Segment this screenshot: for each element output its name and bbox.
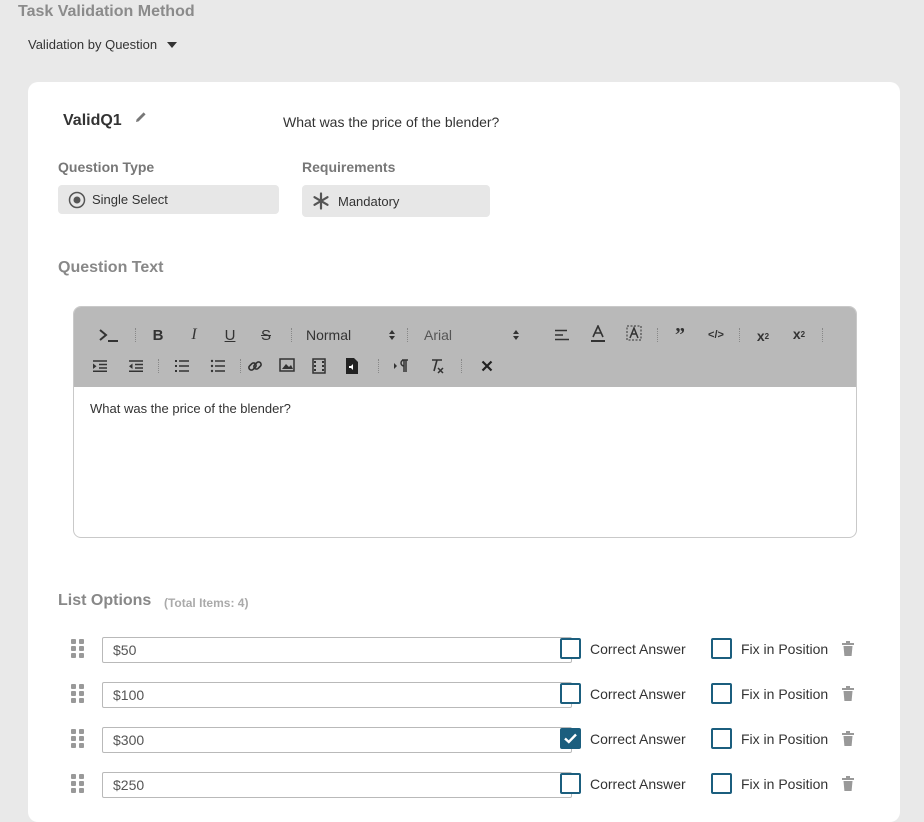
drag-handle-icon[interactable] <box>71 684 85 704</box>
question-card: ValidQ1 What was the price of the blende… <box>28 82 900 822</box>
code-icon[interactable]: </> <box>706 325 726 345</box>
validation-method-dropdown[interactable]: Validation by Question <box>28 37 178 52</box>
subscript-icon[interactable]: x2 <box>752 325 774 347</box>
fix-position-label: Fix in Position <box>741 686 829 702</box>
strikethrough-icon[interactable]: S <box>256 325 276 345</box>
correct-answer-checkbox[interactable] <box>560 773 581 794</box>
bold-icon[interactable]: B <box>148 325 168 345</box>
question-type-value: Single Select <box>92 192 168 207</box>
checkmark-icon <box>564 733 577 744</box>
option-input[interactable] <box>102 682 572 708</box>
question-type-label: Question Type <box>58 159 155 175</box>
underline-icon[interactable]: U <box>220 325 240 345</box>
fix-position-checkbox[interactable] <box>711 773 732 794</box>
list-item: Correct Answer Fix in Position <box>28 768 900 802</box>
paragraph-format-value: Normal <box>306 327 352 343</box>
outdent-icon[interactable] <box>126 356 146 376</box>
list-item: Correct Answer Fix in Position <box>28 723 900 757</box>
correct-answer-label: Correct Answer <box>590 776 686 792</box>
trash-icon[interactable] <box>842 641 854 657</box>
option-input[interactable] <box>102 727 572 753</box>
list-options-count: (Total Items: 4) <box>164 596 249 610</box>
fix-position-label: Fix in Position <box>741 776 829 792</box>
italic-icon[interactable]: I <box>184 325 204 345</box>
align-left-icon[interactable] <box>552 325 572 345</box>
correct-answer-label: Correct Answer <box>590 731 686 747</box>
fix-position-label: Fix in Position <box>741 731 829 747</box>
drag-handle-icon[interactable] <box>71 639 85 659</box>
fix-position-label: Fix in Position <box>741 641 829 657</box>
option-input[interactable] <box>102 772 572 798</box>
font-family-value: Arial <box>424 327 453 343</box>
audio-file-icon[interactable] <box>342 355 362 377</box>
image-icon[interactable] <box>277 355 297 375</box>
editor-toolbar: B I U S Normal Arial ” </> x 2 x 2 <box>74 307 856 387</box>
console-icon[interactable] <box>96 325 122 345</box>
option-input[interactable] <box>102 637 572 663</box>
caret-down-icon <box>167 41 178 48</box>
question-name: ValidQ1 <box>63 112 122 129</box>
fix-position-checkbox[interactable] <box>711 728 732 749</box>
select-arrows-icon <box>389 330 395 340</box>
paragraph-format-select[interactable]: Normal <box>306 325 396 345</box>
correct-answer-label: Correct Answer <box>590 686 686 702</box>
radio-dot-icon <box>68 191 86 208</box>
correct-answer-label: Correct Answer <box>590 641 686 657</box>
correct-answer-checkbox[interactable] <box>560 728 581 749</box>
video-icon[interactable] <box>309 356 329 376</box>
text-color-icon[interactable] <box>588 323 608 345</box>
font-family-select[interactable]: Arial <box>424 325 520 345</box>
correct-answer-checkbox[interactable] <box>560 638 581 659</box>
requirements-select[interactable]: Mandatory <box>302 185 490 217</box>
editor-content[interactable]: What was the price of the blender? <box>74 387 856 430</box>
trash-icon[interactable] <box>842 776 854 792</box>
fix-position-checkbox[interactable] <box>711 638 732 659</box>
superscript-icon[interactable]: x2 <box>788 323 810 345</box>
link-icon[interactable] <box>245 356 265 376</box>
validation-method-value: Validation by Question <box>28 37 158 52</box>
question-preview: What was the price of the blender? <box>283 114 500 130</box>
requirements-value: Mandatory <box>338 193 400 209</box>
pencil-icon[interactable] <box>134 110 148 124</box>
trash-icon[interactable] <box>842 686 854 702</box>
paragraph-direction-icon[interactable] <box>391 356 411 376</box>
blockquote-icon[interactable]: ” <box>670 324 690 346</box>
indent-icon[interactable] <box>90 356 110 376</box>
fix-position-checkbox[interactable] <box>711 683 732 704</box>
select-arrows-icon <box>513 330 519 340</box>
requirements-label: Requirements <box>302 159 396 175</box>
close-icon[interactable] <box>477 356 497 376</box>
trash-icon[interactable] <box>842 731 854 747</box>
question-type-select[interactable]: Single Select <box>58 185 279 214</box>
validation-method-title: Task Validation Method <box>18 3 195 20</box>
clear-formatting-icon[interactable] <box>427 356 447 376</box>
list-options-title: List Options <box>58 592 152 609</box>
unordered-list-icon[interactable] <box>208 356 228 376</box>
correct-answer-checkbox[interactable] <box>560 683 581 704</box>
background-color-icon[interactable] <box>624 323 644 345</box>
drag-handle-icon[interactable] <box>71 729 85 749</box>
drag-handle-icon[interactable] <box>71 774 85 794</box>
ordered-list-icon[interactable] <box>172 356 192 376</box>
asterisk-icon <box>313 192 329 210</box>
rich-text-editor: B I U S Normal Arial ” </> x 2 x 2 What … <box>73 306 857 538</box>
list-item: Correct Answer Fix in Position <box>28 633 900 667</box>
list-item: Correct Answer Fix in Position <box>28 678 900 712</box>
question-text-title: Question Text <box>58 259 164 276</box>
